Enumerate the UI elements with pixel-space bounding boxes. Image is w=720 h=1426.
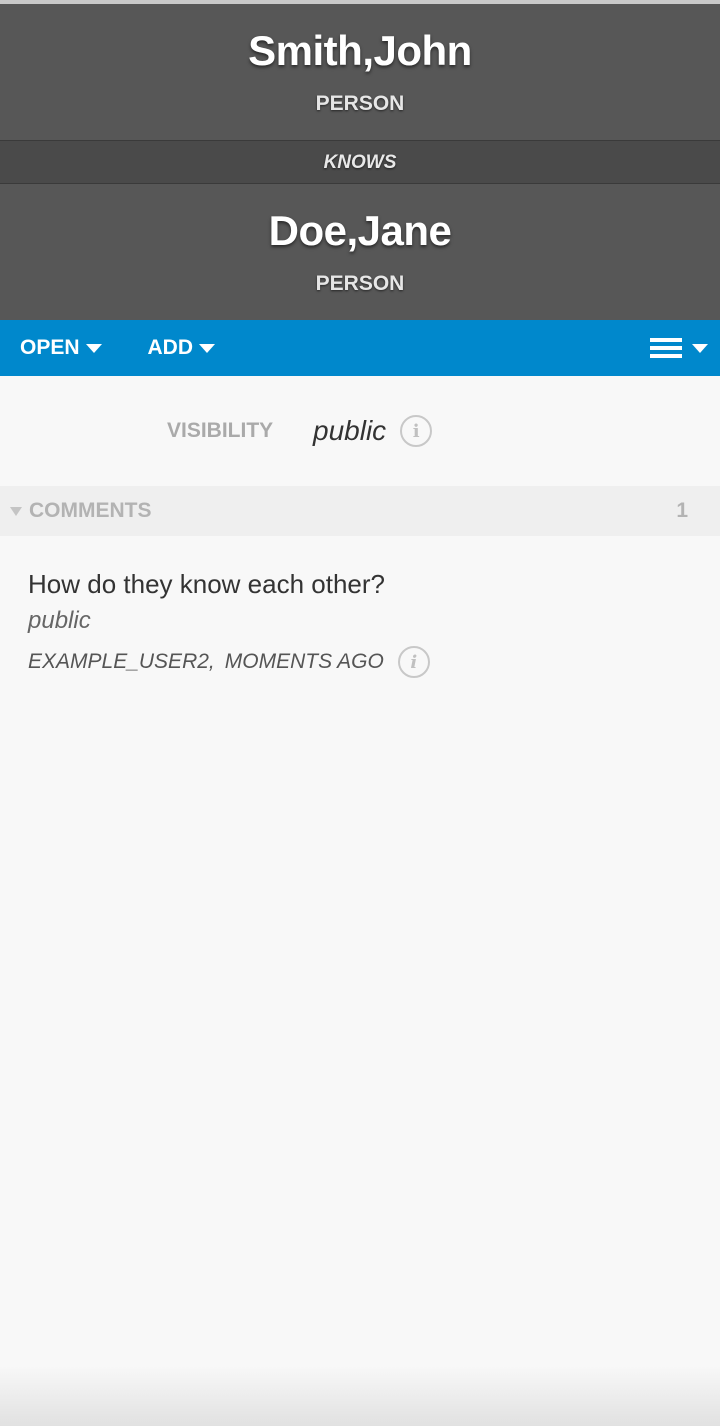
bottom-shadow	[0, 1366, 720, 1426]
target-entity[interactable]: Doe,Jane PERSON	[0, 184, 720, 320]
comments-count: 1	[676, 499, 688, 522]
comment-visibility: public	[28, 607, 91, 634]
open-menu-button[interactable]: OPEN	[20, 336, 102, 360]
caret-down-icon	[692, 343, 708, 353]
info-icon[interactable]: i	[400, 415, 433, 447]
comments-section-header[interactable]: COMMENTS 1	[0, 486, 720, 536]
caret-down-icon	[199, 343, 216, 353]
visibility-value: public	[313, 415, 387, 446]
target-entity-type: PERSON	[315, 272, 405, 295]
add-menu-label: ADD	[147, 336, 194, 359]
relationship-header: Smith,John PERSON KNOWS Doe,Jane PERSON	[0, 4, 720, 320]
source-entity-name: Smith,John	[248, 27, 472, 74]
more-menu-button[interactable]	[650, 338, 708, 358]
open-menu-label: OPEN	[20, 336, 80, 359]
target-entity-name: Doe,Jane	[268, 207, 452, 254]
source-entity-type: PERSON	[315, 92, 405, 115]
comment-meta: EXAMPLE_USER2, MOMENTS AGO i	[28, 646, 692, 678]
comment-item: How do they know each other? public EXAM…	[0, 536, 720, 678]
caret-down-icon	[85, 343, 102, 353]
comment-time: MOMENTS AGO	[224, 650, 384, 673]
relationship-label: KNOWS	[0, 140, 720, 184]
add-menu-button[interactable]: ADD	[148, 336, 216, 360]
toolbar: OPEN ADD	[0, 320, 720, 376]
info-icon[interactable]: i	[397, 646, 430, 678]
visibility-row: VISIBILITY public i	[0, 376, 720, 486]
comment-author: EXAMPLE_USER2,	[28, 650, 215, 673]
comment-text: How do they know each other?	[28, 569, 385, 599]
collapse-triangle-icon	[10, 506, 22, 516]
hamburger-icon	[650, 338, 682, 358]
source-entity[interactable]: Smith,John PERSON	[0, 4, 720, 140]
visibility-label: VISIBILITY	[167, 419, 274, 442]
comments-section-title: COMMENTS	[29, 499, 152, 522]
